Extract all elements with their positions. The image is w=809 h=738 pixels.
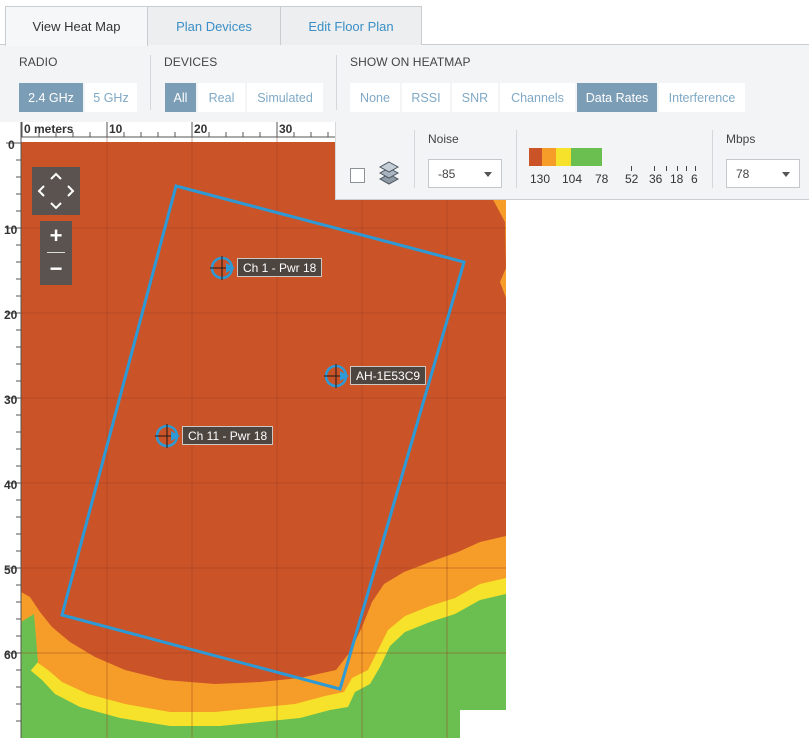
scale-label: 78 <box>595 172 609 186</box>
scale-tick <box>666 166 667 171</box>
divider <box>414 130 415 188</box>
control-bar: RADIO 2.4 GHz 5 GHz DEVICES All Real Sim… <box>0 45 809 122</box>
access-point-label[interactable]: AH-1E53C9 <box>350 366 427 385</box>
scale-tick <box>631 166 632 171</box>
ruler-x-label: 30 <box>279 122 293 136</box>
noise-label: Noise <box>428 132 459 146</box>
ruler-y-label: 20 <box>4 308 18 322</box>
scale-label: 130 <box>530 172 551 186</box>
layers-icon[interactable] <box>378 160 400 186</box>
pan-control[interactable] <box>32 167 80 215</box>
ruler-y-label: 30 <box>4 393 18 407</box>
radio-group-title: RADIO <box>19 55 58 69</box>
scale-tick <box>695 166 696 171</box>
heatmap-legend-panel: Noise -85 130 104 78 52 36 18 6 Mbps 78 <box>335 122 809 200</box>
ruler-x-label: 0 meters <box>24 122 74 136</box>
divider <box>712 130 713 188</box>
zoom-in-button[interactable]: + <box>40 221 72 251</box>
show-interference-button[interactable]: Interference <box>658 82 746 113</box>
show-on-heatmap-title: SHOW ON HEATMAP <box>350 55 471 69</box>
noise-select[interactable]: -85 <box>428 159 502 188</box>
tab-edit-floor-plan[interactable]: Edit Floor Plan <box>280 6 422 45</box>
pan-arrows-icon <box>37 172 75 210</box>
access-point-icon[interactable] <box>154 423 180 449</box>
scale-label: 18 <box>670 172 684 186</box>
radio-2-4ghz-button[interactable]: 2.4 GHz <box>18 82 84 113</box>
tab-bar: View Heat Map Plan Devices Edit Floor Pl… <box>0 0 809 46</box>
heatmap-canvas[interactable]: 0 meters 10 20 30 0 10 20 30 40 50 60 + … <box>0 122 506 738</box>
devices-group-title: DEVICES <box>164 55 218 69</box>
devices-real-button[interactable]: Real <box>197 82 246 113</box>
show-channels-button[interactable]: Channels <box>499 82 576 113</box>
ruler-y-label: 0 <box>8 138 15 152</box>
ruler-y-label: 40 <box>4 478 18 492</box>
devices-all-button[interactable]: All <box>164 82 197 113</box>
ruler-x-label: 20 <box>194 122 208 136</box>
ruler-y-label: 10 <box>4 223 18 237</box>
ruler-y-label: 60 <box>4 648 18 662</box>
devices-simulated-button[interactable]: Simulated <box>246 82 324 113</box>
radio-5ghz-button[interactable]: 5 GHz <box>84 82 138 113</box>
scale-tick <box>654 166 655 171</box>
scale-swatch <box>571 148 602 166</box>
divider <box>336 55 337 110</box>
access-point-icon[interactable] <box>323 363 349 389</box>
scale-label: 36 <box>649 172 663 186</box>
scale-label: 104 <box>562 172 583 186</box>
show-snr-button[interactable]: SNR <box>451 82 499 113</box>
mbps-select[interactable]: 78 <box>726 159 800 188</box>
divider <box>47 252 65 253</box>
access-point-icon[interactable] <box>209 255 235 281</box>
mbps-label: Mbps <box>726 132 756 146</box>
scale-label: 6 <box>691 172 698 186</box>
divider <box>150 55 151 110</box>
scale-tick <box>677 166 678 171</box>
scale-tick <box>686 166 687 171</box>
scale-swatch <box>556 148 571 166</box>
show-rssi-button[interactable]: RSSI <box>401 82 451 113</box>
access-point-label[interactable]: Ch 1 - Pwr 18 <box>237 258 323 277</box>
scale-label: 52 <box>625 172 639 186</box>
zoom-control: + − <box>40 221 72 285</box>
show-data-rates-button[interactable]: Data Rates <box>576 82 658 113</box>
mbps-value: 78 <box>736 166 750 181</box>
scale-swatch <box>529 148 542 166</box>
chevron-down-icon <box>484 172 492 177</box>
noise-value: -85 <box>438 166 456 181</box>
scale-swatch <box>542 148 556 166</box>
ruler-y-label: 50 <box>4 563 18 577</box>
tab-plan-devices[interactable]: Plan Devices <box>147 6 281 45</box>
show-layers-checkbox[interactable] <box>350 168 365 183</box>
divider <box>516 130 517 188</box>
tab-view-heat-map[interactable]: View Heat Map <box>5 6 148 46</box>
zoom-out-button[interactable]: − <box>40 254 72 284</box>
ruler-x-label: 10 <box>109 122 123 136</box>
chevron-down-icon <box>782 172 790 177</box>
show-none-button[interactable]: None <box>349 82 401 113</box>
access-point-label[interactable]: Ch 11 - Pwr 18 <box>182 426 274 445</box>
